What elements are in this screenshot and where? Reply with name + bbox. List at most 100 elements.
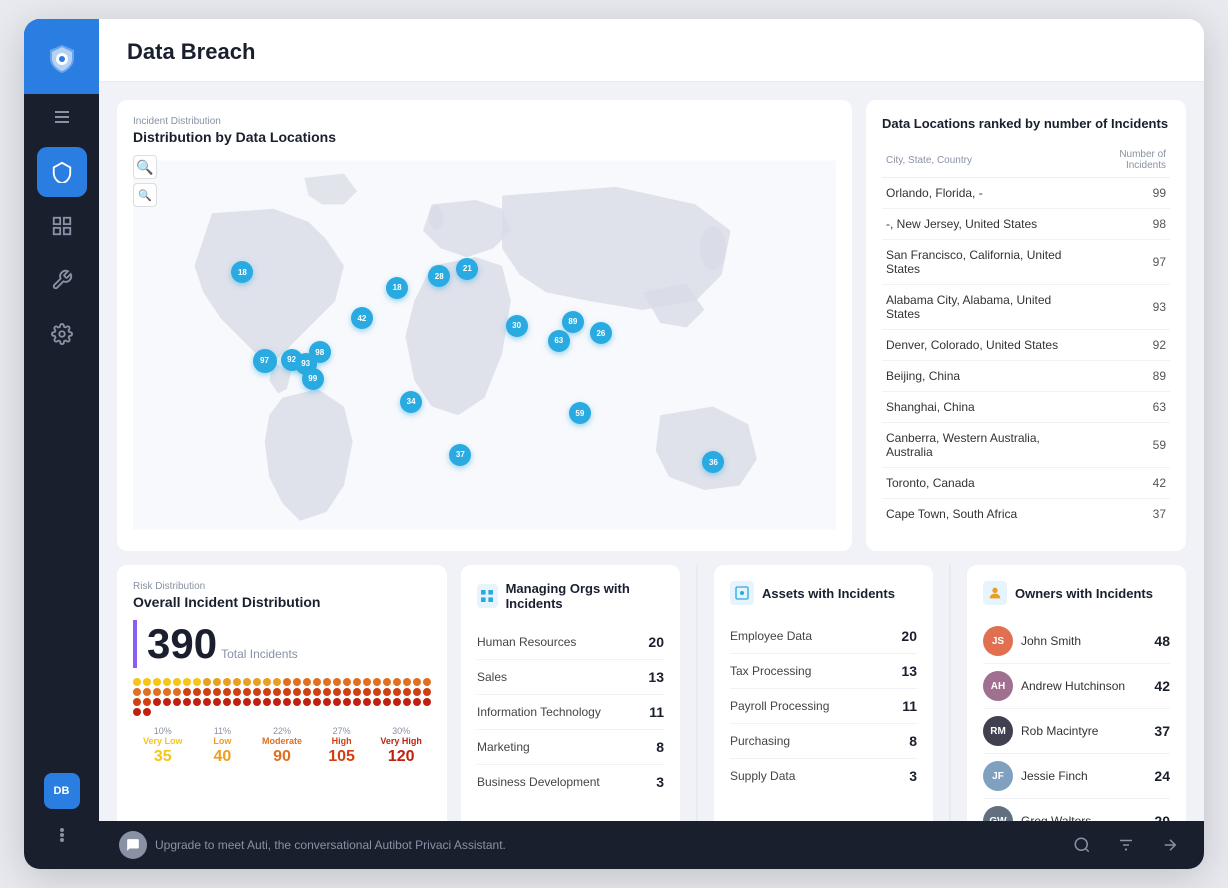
owner-avatar: GW (983, 806, 1013, 821)
owner-name: Rob Macintyre (1021, 724, 1146, 738)
owner-avatar: JS (983, 626, 1013, 656)
location-count: 89 (1080, 361, 1170, 392)
page-title: Data Breach (127, 39, 1176, 65)
risk-label: Low (193, 736, 253, 746)
orgs-list: Human Resources20Sales13Information Tech… (477, 625, 664, 799)
location-row: -, New Jersey, United States98 (882, 209, 1170, 240)
org-row: Marketing8 (477, 730, 664, 765)
sidebar-nav (37, 147, 87, 773)
risk-label: Moderate (252, 736, 312, 746)
location-row: Alabama City, Alabama, United States93 (882, 285, 1170, 330)
location-row: San Francisco, California, United States… (882, 240, 1170, 285)
risk-label: High (312, 736, 372, 746)
bottom-bar: Upgrade to meet Auti, the conversational… (99, 821, 1204, 869)
location-name: Shanghai, China (882, 392, 1080, 423)
map-pin-99[interactable]: 99 (302, 368, 324, 390)
asset-count: 8 (909, 733, 917, 749)
map-container[interactable]: 🔍 🔍 (133, 155, 836, 535)
owner-count: 24 (1154, 768, 1170, 784)
owner-name: Andrew Hutchinson (1021, 679, 1146, 693)
filter-button[interactable] (1112, 831, 1140, 859)
total-label: Total Incidents (221, 647, 298, 661)
risk-pct: 22% (252, 726, 312, 736)
risk-pct: 11% (193, 726, 253, 736)
location-row: Denver, Colorado, United States92 (882, 330, 1170, 361)
top-section: Incident Distribution Distribution by Da… (117, 100, 1186, 551)
owner-name: John Smith (1021, 634, 1146, 648)
asset-label: Tax Processing (730, 664, 811, 678)
org-row: Business Development3 (477, 765, 664, 799)
owner-name: Jessie Finch (1021, 769, 1146, 783)
assets-list: Employee Data20Tax Processing13Payroll P… (730, 619, 917, 793)
sidebar-item-dashboard[interactable] (37, 201, 87, 251)
sidebar-bottom: DB (44, 773, 80, 869)
chat-hint: Upgrade to meet Auti, the conversational… (119, 831, 506, 859)
map-pin-98[interactable]: 98 (309, 341, 331, 363)
page-header: Data Breach (99, 19, 1204, 82)
map-pin-89[interactable]: 89 (562, 311, 584, 333)
org-count: 13 (648, 669, 664, 685)
user-avatar-initials[interactable]: DB (44, 773, 80, 809)
location-row: Toronto, Canada42 (882, 468, 1170, 499)
asset-count: 20 (901, 628, 917, 644)
map-pin-37[interactable]: 37 (449, 444, 471, 466)
sidebar-dot-menu[interactable] (44, 817, 80, 853)
location-name: San Francisco, California, United States (882, 240, 1080, 285)
org-label: Information Technology (477, 705, 601, 719)
map-pin-59[interactable]: 59 (569, 402, 591, 424)
asset-label: Purchasing (730, 734, 790, 748)
owner-name: Greg Walters (1021, 814, 1146, 821)
org-row: Information Technology11 (477, 695, 664, 730)
sidebar-item-settings[interactable] (37, 309, 87, 359)
bottom-section: Risk Distribution Overall Incident Distr… (117, 565, 1186, 821)
map-pin-63[interactable]: 63 (548, 330, 570, 352)
bottom-actions (1068, 831, 1184, 859)
location-row: Beijing, China89 (882, 361, 1170, 392)
arrow-button[interactable] (1156, 831, 1184, 859)
owner-row: JF Jessie Finch 24 (983, 754, 1170, 799)
asset-label: Supply Data (730, 769, 795, 783)
owner-count: 20 (1154, 813, 1170, 821)
map-pin-97[interactable]: 97 (253, 349, 277, 373)
chat-hint-text: Upgrade to meet Auti, the conversational… (155, 838, 506, 852)
risk-level-item: 22% Moderate 90 (252, 726, 312, 766)
assets-title: Assets with Incidents (762, 586, 895, 601)
locations-title: Data Locations ranked by number of Incid… (882, 116, 1170, 131)
sidebar-item-tools[interactable] (37, 255, 87, 305)
zoom-in-button[interactable]: 🔍 (133, 155, 157, 179)
map-pin-34[interactable]: 34 (400, 391, 422, 413)
org-count: 3 (656, 774, 664, 790)
map-pin-21[interactable]: 21 (456, 258, 478, 280)
risk-count: 90 (252, 748, 312, 766)
risk-count: 40 (193, 748, 253, 766)
risk-label: Very High (371, 736, 431, 746)
owner-count: 42 (1154, 678, 1170, 694)
map-pin-18b[interactable]: 18 (386, 277, 408, 299)
assets-header: Assets with Incidents (730, 581, 917, 605)
map-pin-30[interactable]: 30 (506, 315, 528, 337)
map-pin-42[interactable]: 42 (351, 307, 373, 329)
owner-row: AH Andrew Hutchinson 42 (983, 664, 1170, 709)
app-logo[interactable] (24, 19, 99, 94)
location-count: 93 (1080, 285, 1170, 330)
risk-level-item: 11% Low 40 (193, 726, 253, 766)
map-pin-26[interactable]: 26 (590, 322, 612, 344)
zoom-out-button[interactable]: 🔍 (133, 183, 157, 207)
location-name: Beijing, China (882, 361, 1080, 392)
owner-row: RM Rob Macintyre 37 (983, 709, 1170, 754)
owner-row: JS John Smith 48 (983, 619, 1170, 664)
sidebar-item-shield[interactable] (37, 147, 87, 197)
asset-count: 13 (901, 663, 917, 679)
menu-toggle[interactable] (24, 94, 99, 139)
risk-count: 105 (312, 748, 372, 766)
org-count: 20 (648, 634, 664, 650)
dot-grid (133, 678, 431, 716)
orgs-title: Managing Orgs with Incidents (506, 581, 664, 611)
total-incidents: 390 Total Incidents (133, 620, 431, 668)
asset-row: Tax Processing 13 (730, 654, 917, 689)
risk-count: 120 (371, 748, 431, 766)
map-subtitle: Incident Distribution (133, 116, 836, 127)
chat-icon[interactable] (119, 831, 147, 859)
risk-level-item: 10% Very Low 35 (133, 726, 193, 766)
search-button[interactable] (1068, 831, 1096, 859)
